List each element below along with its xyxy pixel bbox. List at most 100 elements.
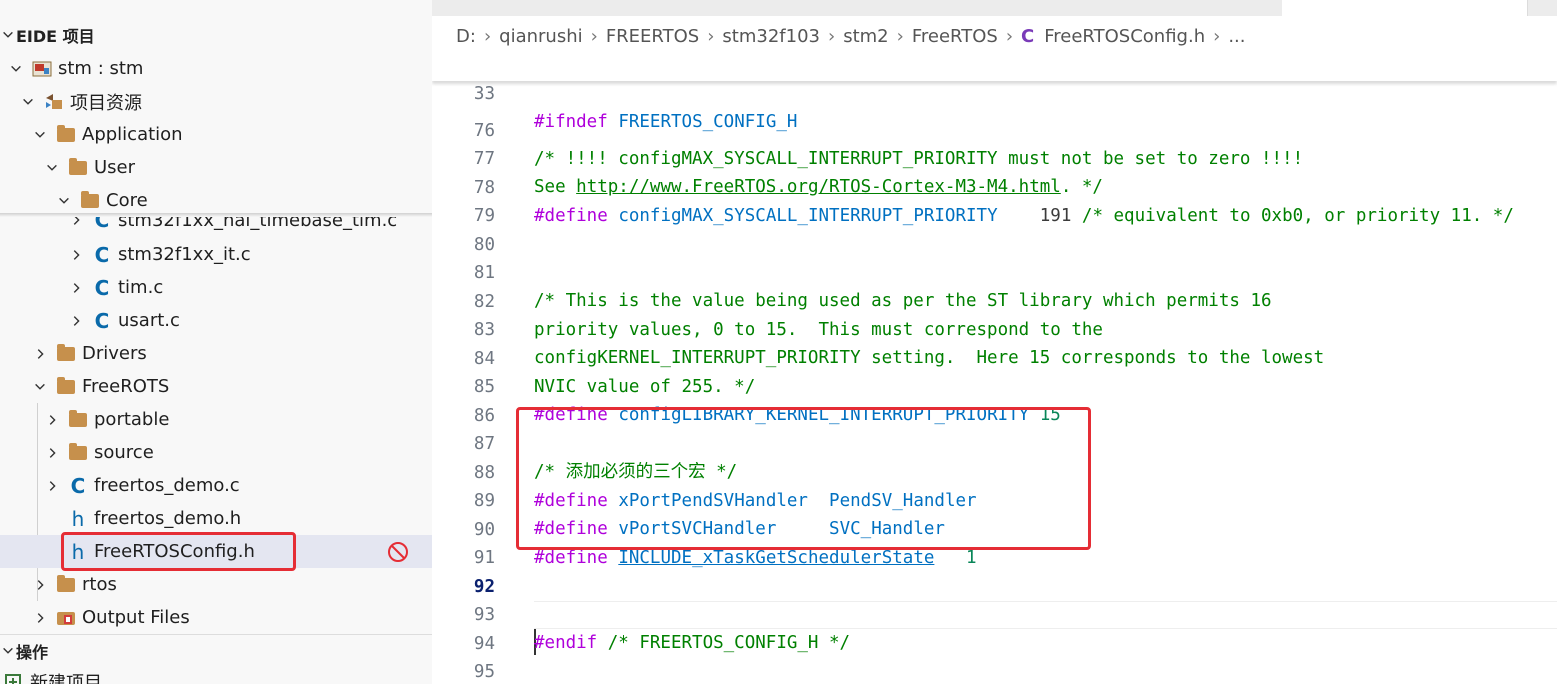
- chevron-right-icon: [44, 445, 60, 461]
- tree-item-drivers[interactable]: Drivers: [0, 337, 432, 370]
- line-number: 33: [473, 84, 495, 104]
- chevron-down-icon: [32, 127, 48, 143]
- code-line[interactable]: 80: [432, 203, 1557, 255]
- eide-project-section-header[interactable]: EIDE 项目: [0, 21, 95, 49]
- tree-item-label: source: [94, 442, 154, 463]
- chevron-right-icon: [44, 478, 60, 494]
- folder-icon: [68, 157, 88, 178]
- tree-item-label: Core: [106, 190, 148, 211]
- chevron-right-icon: ›: [707, 25, 715, 47]
- breadcrumb-item[interactable]: D:: [456, 26, 476, 47]
- no-entry-icon: [388, 542, 408, 562]
- tree-item-user[interactable]: User: [0, 151, 432, 184]
- action-new-project[interactable]: 新建项目: [0, 665, 432, 684]
- tree-item-stm32f1xx-it-c[interactable]: C stm32f1xx_it.c: [0, 238, 432, 271]
- sticky-scroll-shadow: [0, 213, 432, 217]
- chevron-right-icon: [68, 313, 84, 329]
- code-line[interactable]: 85 #define configLIBRARY_KERNEL_INTERRUP…: [432, 345, 1557, 425]
- tree-item-label: Output Files: [82, 607, 190, 628]
- code-line[interactable]: 86: [432, 374, 1557, 426]
- c-file-icon: C: [1021, 25, 1035, 47]
- chevron-down-icon: [32, 379, 48, 395]
- tab[interactable]: [1047, 0, 1283, 16]
- tab[interactable]: [842, 0, 1048, 16]
- code-editor: D: › qianrushi › FREERTOS › stm32f103 › stm2…: [432, 0, 1557, 684]
- section-title: 操作: [16, 643, 49, 662]
- chevron-down-icon: [8, 61, 24, 77]
- section-title: EIDE 项目: [16, 27, 95, 46]
- folder-icon: [56, 124, 76, 145]
- tree-item-label: usart.c: [118, 310, 180, 331]
- folder-icon: [80, 190, 100, 211]
- breadcrumb-item[interactable]: FreeRTOS: [912, 26, 998, 47]
- tree-item-label: portable: [94, 409, 170, 430]
- chevron-right-icon: ›: [896, 25, 904, 47]
- line-number: 95: [473, 662, 495, 682]
- tree-item-freertos-demo-c[interactable]: C freertos_demo.c: [0, 469, 432, 502]
- tree-item-application[interactable]: Application: [0, 118, 432, 151]
- code-line[interactable]: 95: [432, 630, 1557, 682]
- chevron-right-icon: [68, 280, 84, 296]
- c-file-icon: C: [94, 242, 110, 267]
- highlight-box-macros: [516, 407, 1091, 550]
- chevron-down-icon: [56, 193, 72, 209]
- tree-item-freertos-demo-h[interactable]: h freertos_demo.h: [0, 502, 432, 535]
- chevron-down-icon: [0, 643, 16, 659]
- action-label: 新建项目: [30, 672, 102, 684]
- code-line[interactable]: 82 priority values, 0 to 15. This must c…: [432, 260, 1557, 340]
- tab-active[interactable]: [1282, 0, 1528, 16]
- breadcrumb-item[interactable]: stm32f103: [722, 26, 820, 47]
- explorer-sidebar: EIDE 项目 stm : stm 项目资源 Application User …: [0, 0, 432, 684]
- code-line[interactable]: 83 configKERNEL_INTERRUPT_PRIORITY setti…: [432, 288, 1557, 368]
- tree-item-project-resources[interactable]: 项目资源: [0, 85, 432, 118]
- tree-item-freerots[interactable]: FreeROTS: [0, 370, 432, 403]
- tree-item-label: Drivers: [82, 343, 147, 364]
- chevron-down-icon: [0, 27, 16, 43]
- tree-item-label: stm : stm: [58, 58, 144, 79]
- c-file-icon: C: [70, 473, 86, 498]
- new-project-icon: [4, 672, 24, 684]
- code-line[interactable]: 84 NVIC value of 255. */: [432, 317, 1557, 397]
- code-line[interactable]: 78 #define configMAX_SYSCALL_INTERRUPT_P…: [432, 146, 1557, 226]
- code-line[interactable]: 81 /* This is the value being used as pe…: [432, 231, 1557, 311]
- chevron-down-icon: [44, 160, 60, 176]
- sticky-scroll-line[interactable]: 33 #ifndef FREERTOS_CONFIG_H: [432, 52, 1557, 132]
- tree-item-source[interactable]: source: [0, 436, 432, 469]
- code-text: #ifndef FREERTOS_CONFIG_H: [534, 112, 798, 132]
- chevron-right-icon: [44, 412, 60, 428]
- actions-section-header[interactable]: 操作: [0, 637, 48, 665]
- c-file-gear-icon: C: [94, 275, 110, 300]
- breadcrumb-more[interactable]: ...: [1228, 26, 1245, 47]
- tree-item-label: tim.c: [118, 277, 164, 298]
- chevron-right-icon: ›: [1213, 25, 1221, 47]
- breadcrumb-file[interactable]: FreeRTOSConfig.h: [1044, 26, 1205, 47]
- tab[interactable]: [637, 0, 843, 16]
- folder-icon: [68, 409, 88, 430]
- tree-item-rtos[interactable]: rtos: [0, 568, 432, 601]
- highlight-box-selected-file: [61, 532, 296, 571]
- code-line[interactable]: 79: [432, 174, 1557, 226]
- tree-item-output-files[interactable]: Output Files: [0, 601, 432, 634]
- breadcrumb: D: › qianrushi › FREERTOS › stm32f103 › stm2…: [456, 22, 1245, 50]
- folder-icon: [56, 574, 76, 595]
- code-line[interactable]: 94: [432, 602, 1557, 654]
- h-file-icon: h: [71, 506, 85, 531]
- breadcrumb-item[interactable]: stm2: [843, 26, 888, 47]
- tab[interactable]: [432, 0, 638, 16]
- project-resources-icon: [44, 92, 64, 112]
- tree-item-stm-project[interactable]: stm : stm: [0, 52, 432, 85]
- c-file-gear-icon: C: [94, 308, 110, 333]
- chevron-right-icon: [32, 346, 48, 362]
- folder-icon: [56, 343, 76, 364]
- tree-item-label: stm32f1xx_it.c: [118, 244, 251, 265]
- breadcrumb-item[interactable]: FREERTOS: [606, 26, 699, 47]
- code-line[interactable]: 93 #endif /* FREERTOS_CONFIG_H */: [432, 573, 1557, 653]
- tree-item-usart-c[interactable]: C usart.c: [0, 304, 432, 337]
- tree-item-tim-c[interactable]: C tim.c: [0, 271, 432, 304]
- tree-item-portable[interactable]: portable: [0, 403, 432, 436]
- chevron-right-icon: [32, 610, 48, 626]
- tree-item-label: freertos_demo.c: [94, 475, 240, 496]
- breadcrumb-item[interactable]: qianrushi: [499, 26, 582, 47]
- chevron-right-icon: [68, 247, 84, 263]
- chevron-right-icon: [32, 577, 48, 593]
